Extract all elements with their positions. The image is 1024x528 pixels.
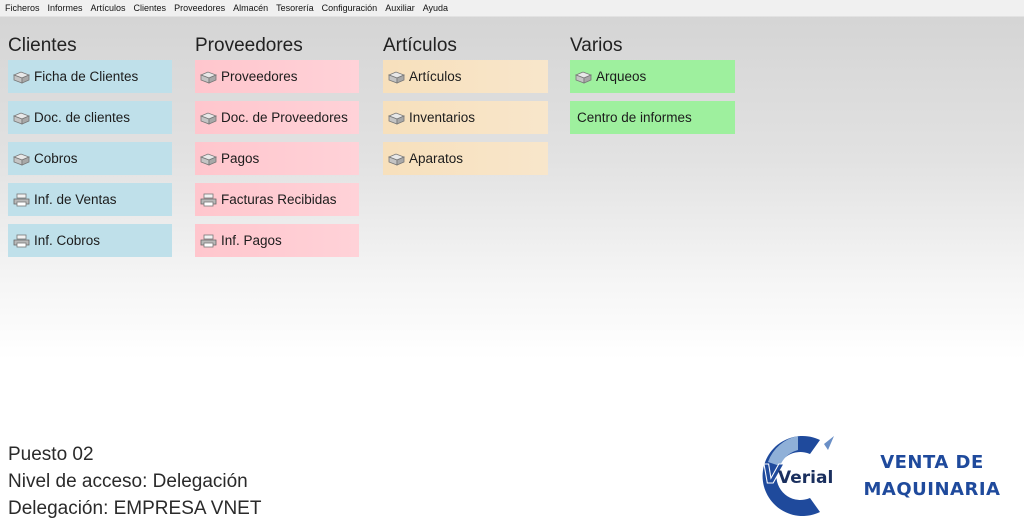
tile-label: Centro de informes: [577, 110, 692, 125]
proveedores-heading: Proveedores: [195, 35, 303, 56]
tile-label: Doc. de Proveedores: [221, 110, 348, 125]
box-icon: [13, 152, 30, 166]
verial-logo-mark: V Verial: [762, 436, 834, 516]
tile-inf-cobros[interactable]: Inf. Cobros: [8, 224, 172, 257]
menu-clientes[interactable]: Clientes: [132, 0, 169, 17]
menu-almacen[interactable]: Almacén: [231, 0, 270, 17]
tile-inventarios[interactable]: Inventarios: [383, 101, 548, 134]
tile-label: Pagos: [221, 151, 260, 166]
tile-doc-de-clientes[interactable]: Doc. de clientes: [8, 101, 172, 134]
tile-label: Doc. de clientes: [34, 110, 131, 125]
printer-icon: [13, 193, 30, 207]
varios-column: Varios Arqueos Centro de informes: [570, 34, 735, 142]
tile-label: Facturas Recibidas: [221, 192, 337, 207]
box-icon: [13, 111, 30, 125]
clientes-heading: Clientes: [8, 35, 77, 56]
tile-doc-de-proveedores[interactable]: Doc. de Proveedores: [195, 101, 359, 134]
box-icon: [200, 111, 217, 125]
tile-facturas-recibidas[interactable]: Facturas Recibidas: [195, 183, 359, 216]
brand-line-2: MAQUINARIA: [863, 479, 1001, 500]
logo-text: Verial: [778, 468, 833, 488]
delegacion-text: Delegación: EMPRESA VNET: [8, 498, 262, 519]
box-icon: [575, 70, 592, 84]
menu-bar: Ficheros Informes Artículos Clientes Pro…: [0, 0, 1024, 17]
tile-pagos[interactable]: Pagos: [195, 142, 359, 175]
articulos-heading: Artículos: [383, 35, 457, 56]
tile-label: Artículos: [409, 69, 462, 84]
tile-label: Proveedores: [221, 69, 298, 84]
menu-auxiliar[interactable]: Auxiliar: [383, 0, 417, 17]
tile-label: Cobros: [34, 151, 78, 166]
menu-tesoreria[interactable]: Tesorería: [274, 0, 316, 17]
tile-arqueos[interactable]: Arqueos: [570, 60, 735, 93]
varios-heading: Varios: [570, 35, 623, 56]
printer-icon: [200, 193, 217, 207]
box-icon: [388, 152, 405, 166]
session-info: Puesto 02 Nivel de acceso: Delegación De…: [8, 441, 261, 522]
tile-proveedores[interactable]: Proveedores: [195, 60, 359, 93]
tile-inf-de-ventas[interactable]: Inf. de Ventas: [8, 183, 172, 216]
brand-line-1: VENTA DE: [880, 452, 984, 473]
menu-configuracion[interactable]: Configuración: [320, 0, 380, 17]
clientes-column: Clientes Ficha de Clientes Doc. de clien…: [8, 34, 172, 265]
tile-label: Inventarios: [409, 110, 476, 125]
tile-label: Ficha de Clientes: [34, 69, 139, 84]
tile-articulos[interactable]: Artículos: [383, 60, 548, 93]
box-icon: [13, 70, 30, 84]
box-icon: [200, 70, 217, 84]
tile-cobros[interactable]: Cobros: [8, 142, 172, 175]
menu-ayuda[interactable]: Ayuda: [421, 0, 450, 17]
box-icon: [388, 111, 405, 125]
articulos-column: Artículos Artículos Inventarios Aparatos: [383, 34, 548, 183]
tile-aparatos[interactable]: Aparatos: [383, 142, 548, 175]
tile-inf-pagos[interactable]: Inf. Pagos: [195, 224, 359, 257]
menu-articulos[interactable]: Artículos: [89, 0, 128, 17]
box-icon: [388, 70, 405, 84]
printer-icon: [13, 234, 30, 248]
brand-text: VENTA DE MAQUINARIA: [852, 449, 1012, 503]
menu-ficheros[interactable]: Ficheros: [3, 0, 42, 17]
nivel-acceso-text: Nivel de acceso: Delegación: [8, 471, 248, 492]
tile-label: Arqueos: [596, 69, 647, 84]
tile-label: Aparatos: [409, 151, 464, 166]
box-icon: [200, 152, 217, 166]
tile-label: Inf. Cobros: [34, 233, 101, 248]
proveedores-column: Proveedores Proveedores Doc. de Proveedo…: [195, 34, 359, 265]
verial-logo: V Verial: [758, 432, 848, 520]
printer-icon: [200, 234, 217, 248]
tile-ficha-de-clientes[interactable]: Ficha de Clientes: [8, 60, 172, 93]
menu-proveedores[interactable]: Proveedores: [172, 0, 227, 17]
menu-informes[interactable]: Informes: [46, 0, 85, 17]
tile-label: Inf. de Ventas: [34, 192, 117, 207]
tile-label: Inf. Pagos: [221, 233, 282, 248]
puesto-text: Puesto 02: [8, 444, 94, 465]
tile-centro-de-informes[interactable]: Centro de informes: [570, 101, 735, 134]
